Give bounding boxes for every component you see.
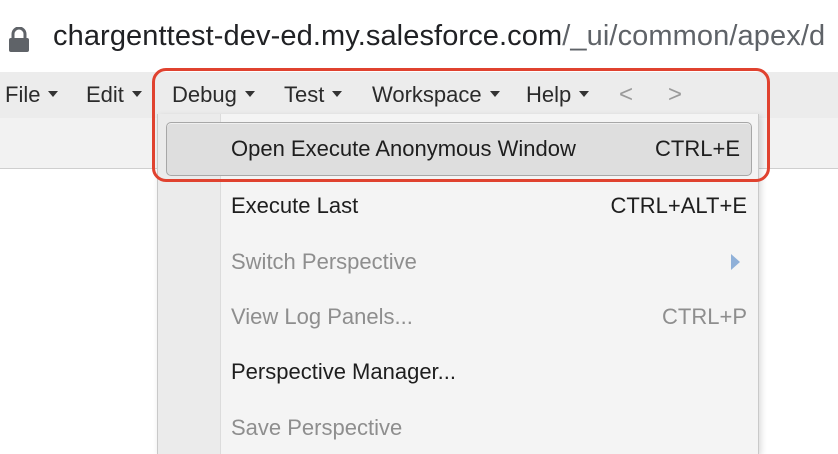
menu-debug[interactable]: Debug [172, 80, 255, 110]
menu-item-label: Open Execute Anonymous Window [231, 136, 576, 161]
forward-arrow-icon[interactable]: > [668, 80, 682, 110]
menu-workspace[interactable]: Workspace [372, 80, 500, 110]
submenu-arrow-icon [731, 254, 740, 270]
caret-down-icon [579, 91, 590, 98]
menu-item-shortcut: CTRL+ALT+E [610, 193, 747, 218]
debug-dropdown-menu: Open Execute Anonymous Window CTRL+E Exe… [157, 114, 759, 454]
url-domain: chargenttest-dev-ed.my.salesforce.com [53, 20, 563, 52]
menu-item-open-execute-anonymous[interactable]: Open Execute Anonymous Window CTRL+E [166, 122, 752, 176]
menu-edit[interactable]: Edit [86, 80, 142, 110]
menu-test-label: Test [284, 82, 325, 107]
menu-item-shortcut: CTRL+E [655, 136, 740, 161]
caret-down-icon [332, 91, 343, 98]
menu-item-switch-perspective[interactable]: Switch Perspective [158, 236, 758, 288]
url-text[interactable]: chargenttest-dev-ed.my.salesforce.com/_u… [53, 20, 825, 53]
menu-item-label: Execute Last [231, 193, 359, 218]
menu-test[interactable]: Test [284, 80, 343, 110]
menu-item-label: Save Perspective [231, 415, 403, 440]
menu-item-label: View Log Panels... [231, 304, 413, 329]
caret-down-icon [131, 91, 142, 98]
menu-item-label: Switch Perspective [231, 249, 417, 274]
menu-item-perspective-manager[interactable]: Perspective Manager... [158, 346, 758, 398]
lock-icon [9, 27, 29, 52]
caret-down-icon [48, 91, 59, 98]
browser-address-bar[interactable]: chargenttest-dev-ed.my.salesforce.com/_u… [0, 0, 838, 73]
url-path: /_ui/common/apex/d [562, 20, 826, 52]
menu-item-execute-last[interactable]: Execute Last CTRL+ALT+E [158, 180, 758, 232]
menu-help[interactable]: Help [526, 80, 590, 110]
menu-edit-label: Edit [86, 82, 124, 107]
menu-file[interactable]: File [5, 80, 59, 110]
caret-down-icon [489, 91, 500, 98]
menu-debug-label: Debug [172, 82, 237, 107]
menu-item-save-perspective[interactable]: Save Perspective [158, 402, 758, 454]
menu-help-label: Help [526, 82, 572, 107]
menu-item-label: Perspective Manager... [231, 359, 457, 384]
menu-item-shortcut: CTRL+P [662, 304, 747, 329]
caret-down-icon [244, 91, 255, 98]
back-arrow-icon[interactable]: < [619, 80, 633, 110]
menu-item-view-log-panels[interactable]: View Log Panels... CTRL+P [158, 291, 758, 343]
menubar: File Edit Debug Test Workspace Help < > [0, 72, 838, 118]
menu-file-label: File [5, 82, 41, 107]
menu-workspace-label: Workspace [372, 82, 482, 107]
